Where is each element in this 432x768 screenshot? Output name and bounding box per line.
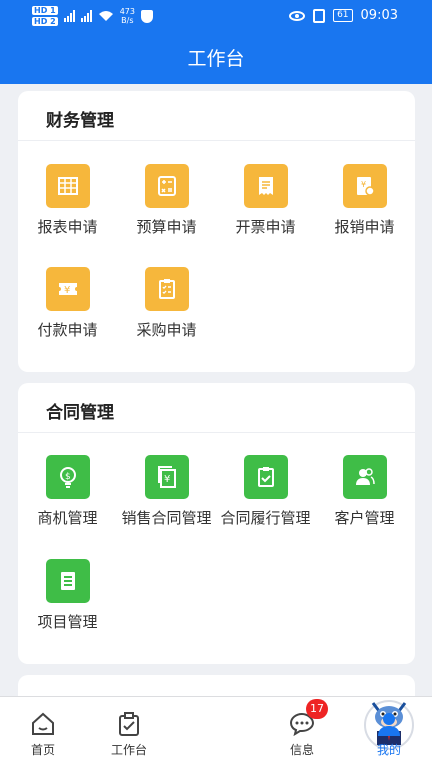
svg-text:¥: ¥ — [164, 474, 170, 485]
finance-item-label: 开票申请 — [235, 218, 296, 236]
contract-item-label: 销售合同管理 — [121, 509, 212, 527]
eye-icon — [289, 10, 306, 21]
clipboard-list-icon — [144, 267, 189, 311]
person-icon — [378, 713, 400, 736]
yen-ticket-icon: ¥ — [45, 267, 90, 311]
tab-label: 我的 — [376, 743, 401, 757]
contract-item-sales[interactable]: ¥ 销售合同管理 — [117, 455, 216, 528]
table-icon — [45, 164, 90, 208]
next-section-card — [18, 675, 415, 696]
tab-messages[interactable]: 17 信息 — [259, 697, 345, 768]
contract-item-label: 合同履行管理 — [220, 509, 311, 527]
home-icon — [32, 712, 54, 735]
contract-item-fulfillment[interactable]: 合同履行管理 — [216, 455, 315, 528]
finance-section-title: 财务管理 — [18, 91, 415, 141]
yen-document-icon: ¥ — [144, 455, 189, 499]
document-list-icon — [45, 559, 90, 603]
finance-item-label: 采购申请 — [136, 321, 197, 339]
shield-icon — [140, 9, 153, 23]
finance-item-report[interactable]: 报表申请 — [18, 164, 117, 237]
contract-item-customer[interactable]: 客户管理 — [315, 455, 414, 528]
svg-text:¥: ¥ — [64, 285, 70, 296]
signal-2-icon — [80, 10, 92, 22]
contract-card: 合同管理 $ 商机管理 ¥ 销售合同管理 合同履行管理 客户管理 项目管理 — [18, 383, 415, 664]
money-bulb-icon: $ — [45, 455, 90, 499]
contract-item-label: 客户管理 — [334, 509, 395, 527]
contract-section-title: 合同管理 — [18, 383, 415, 433]
clipboard-check-icon — [119, 712, 139, 736]
svg-text:$: $ — [65, 472, 71, 482]
top-app-bar: HD 1 HD 2 473 B/s 61 09:03 工作台 — [0, 0, 432, 84]
finance-card: 财务管理 报表申请 预算申请 开票申请 ¥ 报销申请 ¥ 付款申请 采购申请 — [18, 91, 415, 372]
signal-1-icon — [63, 10, 75, 22]
people-icon — [342, 455, 387, 499]
page-title: 工作台 — [187, 48, 245, 70]
receipt-icon — [243, 164, 288, 208]
calculator-icon — [144, 164, 189, 208]
unread-badge: 17 — [306, 699, 328, 719]
finance-item-label: 报表申请 — [37, 218, 98, 236]
finance-item-label: 报销申请 — [334, 218, 395, 236]
finance-item-invoice[interactable]: 开票申请 — [216, 164, 315, 237]
contract-item-label: 项目管理 — [37, 613, 98, 631]
speed-unit: B/s — [121, 16, 134, 25]
contract-item-label: 商机管理 — [37, 509, 98, 527]
network-speed: 473 B/s — [120, 7, 135, 25]
clipboard-check-icon — [243, 455, 288, 499]
vibrate-icon — [313, 8, 326, 23]
tab-home[interactable]: 首页 — [0, 697, 86, 768]
tab-label: 信息 — [289, 743, 314, 757]
status-bar: HD 1 HD 2 473 B/s 61 09:03 — [0, 0, 432, 34]
finance-item-label: 付款申请 — [37, 321, 98, 339]
svg-text:¥: ¥ — [361, 180, 366, 189]
bottom-tab-bar: 首页 工作台 17 信息 我的 — [0, 696, 432, 768]
sim-indicator: HD 1 HD 2 — [32, 5, 58, 27]
finance-item-label: 预算申请 — [136, 218, 197, 236]
clock: 09:03 — [360, 8, 398, 23]
main-content[interactable]: 财务管理 报表申请 预算申请 开票申请 ¥ 报销申请 ¥ 付款申请 采购申请 合… — [0, 84, 432, 696]
finance-item-purchase[interactable]: 采购申请 — [117, 267, 216, 340]
finance-item-reimburse[interactable]: ¥ 报销申请 — [315, 164, 414, 237]
contract-item-opportunity[interactable]: $ 商机管理 — [18, 455, 117, 528]
reimburse-icon: ¥ — [342, 164, 387, 208]
tab-label: 工作台 — [110, 743, 147, 757]
tab-mine[interactable]: 我的 — [346, 697, 432, 768]
tab-label: 首页 — [30, 743, 55, 757]
wifi-icon — [98, 11, 113, 21]
contract-item-project[interactable]: 项目管理 — [18, 559, 117, 632]
sim1-label: HD 1 — [32, 6, 58, 15]
finance-item-budget[interactable]: 预算申请 — [117, 164, 216, 237]
speed-value: 473 — [119, 7, 135, 16]
tab-mascot[interactable] — [173, 697, 414, 768]
battery-icon: 61 — [333, 9, 353, 22]
finance-item-payment[interactable]: ¥ 付款申请 — [18, 267, 117, 340]
sim2-label: HD 2 — [32, 17, 58, 26]
tab-workbench[interactable]: 工作台 — [86, 697, 172, 768]
